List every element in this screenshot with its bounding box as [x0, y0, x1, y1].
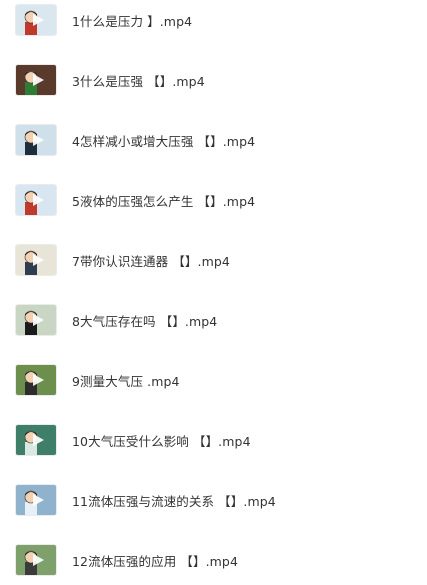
video-thumbnail[interactable] [16, 185, 56, 215]
file-row[interactable]: 11流体压强与流速的关系 【】.mp4 [0, 470, 427, 530]
file-row[interactable]: 8大气压存在吗 【】.mp4 [0, 290, 427, 350]
file-name[interactable]: 5液体的压强怎么产生 【】.mp4 [72, 191, 255, 210]
file-name[interactable]: 3什么是压强 【】.mp4 [72, 71, 205, 90]
file-name[interactable]: 10大气压受什么影响 【】.mp4 [72, 431, 251, 450]
video-thumbnail[interactable] [16, 65, 56, 95]
file-row[interactable]: 9测量大气压 .mp4 [0, 350, 427, 410]
video-thumbnail[interactable] [16, 5, 56, 35]
file-name[interactable]: 4怎样减小或增大压强 【】.mp4 [72, 131, 255, 150]
file-name[interactable]: 11流体压强与流速的关系 【】.mp4 [72, 491, 276, 510]
video-thumbnail[interactable] [16, 125, 56, 155]
file-row[interactable]: 10大气压受什么影响 【】.mp4 [0, 410, 427, 470]
file-name[interactable]: 9测量大气压 .mp4 [72, 371, 180, 390]
file-row[interactable]: 12流体压强的应用 【】.mp4 [0, 530, 427, 585]
video-thumbnail[interactable] [16, 485, 56, 515]
file-name[interactable]: 1什么是压力 】.mp4 [72, 11, 192, 30]
file-list: 1什么是压力 】.mp4 3什么是压强 【】.mp4 4怎样减小或增大压强 【】… [0, 0, 427, 585]
video-thumbnail[interactable] [16, 365, 56, 395]
file-row[interactable]: 3什么是压强 【】.mp4 [0, 50, 427, 110]
file-name[interactable]: 7带你认识连通器 【】.mp4 [72, 251, 230, 270]
file-row[interactable]: 1什么是压力 】.mp4 [0, 0, 427, 50]
video-thumbnail[interactable] [16, 305, 56, 335]
file-name[interactable]: 8大气压存在吗 【】.mp4 [72, 311, 217, 330]
file-row[interactable]: 5液体的压强怎么产生 【】.mp4 [0, 170, 427, 230]
file-row[interactable]: 7带你认识连通器 【】.mp4 [0, 230, 427, 290]
file-name[interactable]: 12流体压强的应用 【】.mp4 [72, 551, 238, 570]
video-thumbnail[interactable] [16, 245, 56, 275]
video-thumbnail[interactable] [16, 425, 56, 455]
file-row[interactable]: 4怎样减小或增大压强 【】.mp4 [0, 110, 427, 170]
video-thumbnail[interactable] [16, 545, 56, 575]
